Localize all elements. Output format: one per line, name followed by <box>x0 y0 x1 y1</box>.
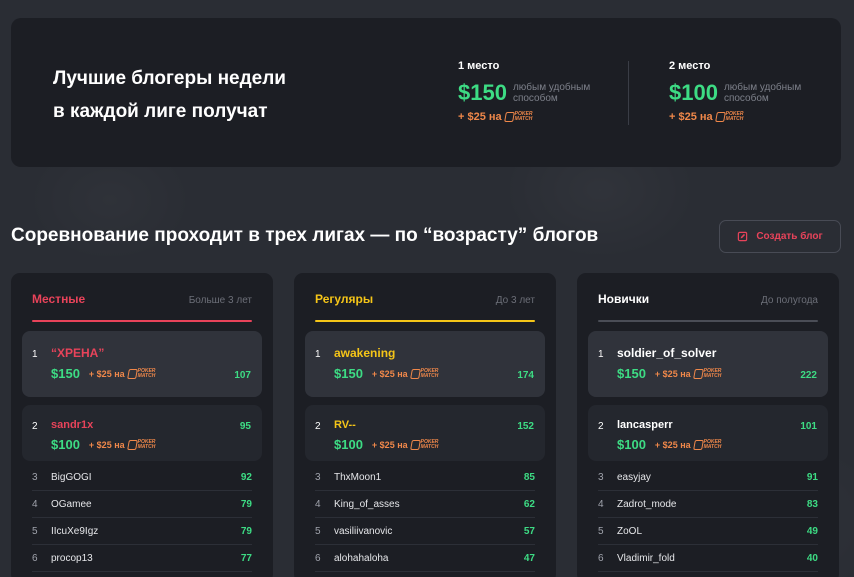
league-age: До полугода <box>761 295 818 306</box>
prize-description: любым удобным способом <box>512 82 591 104</box>
edit-icon <box>738 231 748 242</box>
prize-amount: $100 <box>51 437 80 452</box>
leader-card-first[interactable]: 1 soldier_of_solver $150 + $25 на POKER M… <box>588 331 828 397</box>
league-accent-line <box>315 320 535 322</box>
league-accent-line <box>598 320 818 322</box>
rank: 2 <box>32 421 38 432</box>
leader-card-first[interactable]: 1 “ХРЕНА” $150 + $25 на POKER MATCH 107 <box>22 331 262 397</box>
rank: 1 <box>32 349 38 360</box>
list-item[interactable]: 3 BigGOGI 92 <box>32 464 252 491</box>
prize-first-place: 1 место $150 любым удобным способом + $2… <box>458 60 593 123</box>
prize-bonus: + $25 на POKER MATCH <box>654 367 722 379</box>
league-card-newcomers: Новички До полугода 1 soldier_of_solver … <box>577 273 839 577</box>
leader-card-second[interactable]: 2 lancasperr $100 + $25 на POKER MATCH 10… <box>588 405 828 461</box>
list-item[interactable]: 5 IIcuXe9Igz 79 <box>32 518 252 545</box>
prize-amount: $150 <box>617 366 646 381</box>
leader-card-second[interactable]: 2 sandr1x $100 + $25 на POKER MATCH 95 <box>22 405 262 461</box>
score: 152 <box>517 421 534 432</box>
league-name: Регуляры <box>315 292 374 306</box>
list-item[interactable]: 4 King_of_asses 62 <box>315 491 535 518</box>
prize-bonus: + $25 на POKER MATCH <box>458 111 533 123</box>
list-item[interactable]: 5 vasiliivanovic 57 <box>315 518 535 545</box>
pokermatch-logo-icon: POKER MATCH <box>126 439 155 450</box>
list-item[interactable]: 4 OGamee 79 <box>32 491 252 518</box>
list-item[interactable]: 6 procop13 77 <box>32 545 252 572</box>
blogger-name[interactable]: RV-- <box>334 419 356 431</box>
list-item[interactable]: 3 easyjay 91 <box>598 464 818 491</box>
league-age: Больше 3 лет <box>188 295 252 306</box>
prize-place-label: 1 место <box>458 60 500 72</box>
score: 101 <box>800 421 817 432</box>
league-name: Новички <box>598 292 650 306</box>
pokermatch-logo-icon: POKER MATCH <box>714 112 743 122</box>
blogger-name[interactable]: soldier_of_solver <box>617 346 716 360</box>
section-title: Соревнование проходит в трех лигах — по … <box>11 225 599 246</box>
prize-amount: $100 <box>669 80 718 105</box>
blogger-name[interactable]: “ХРЕНА” <box>51 346 104 360</box>
pokermatch-logo-icon: POKER MATCH <box>126 368 155 379</box>
league-name: Местные <box>32 292 86 306</box>
prize-bonus: + $25 на POKER MATCH <box>669 111 744 123</box>
rank: 1 <box>598 349 604 360</box>
prize-amount: $100 <box>617 437 646 452</box>
prize-banner: Лучшие блогеры недели в каждой лиге полу… <box>11 18 841 167</box>
list-item[interactable]: 5 ZoOL 49 <box>598 518 818 545</box>
leader-card-first[interactable]: 1 awakening $150 + $25 на POKER MATCH 174 <box>305 331 545 397</box>
pokermatch-logo-icon: POKER MATCH <box>692 368 721 379</box>
rank: 1 <box>315 349 321 360</box>
score: 95 <box>239 421 251 432</box>
prize-amount: $150 <box>458 80 507 105</box>
prize-description: любым удобным способом <box>723 82 802 104</box>
blogger-name[interactable]: awakening <box>334 346 395 360</box>
list-item[interactable]: 3 ThxMoon1 85 <box>315 464 535 491</box>
pokermatch-logo-icon: POKER MATCH <box>503 112 532 122</box>
prize-bonus: + $25 на POKER MATCH <box>88 438 156 450</box>
prize-amount: $150 <box>51 366 80 381</box>
prize-amount: $150 <box>334 366 363 381</box>
league-age: До 3 лет <box>495 295 535 306</box>
ranking-list: 3 easyjay 91 4 Zadrot_mode 83 5 ZoOL 49 6 Vladi… <box>598 464 818 572</box>
rank: 2 <box>598 421 604 432</box>
ranking-list: 3 BigGOGI 92 4 OGamee 79 5 IIcuXe9Igz 79 6 proc… <box>32 464 252 572</box>
score: 107 <box>234 370 251 381</box>
blogger-name[interactable]: lancasperr <box>617 419 673 431</box>
prize-amount: $100 <box>334 437 363 452</box>
list-item[interactable]: 6 alohahaloha 47 <box>315 545 535 572</box>
prize-divider <box>628 61 629 125</box>
score: 222 <box>800 370 817 381</box>
league-card-regulars: Регуляры До 3 лет 1 awakening $150 + $25… <box>294 273 556 577</box>
ranking-list: 3 ThxMoon1 85 4 King_of_asses 62 5 vasiliivan… <box>315 464 535 572</box>
pokermatch-logo-icon: POKER MATCH <box>692 439 721 450</box>
league-card-local: Местные Больше 3 лет 1 “ХРЕНА” $150 + $2… <box>11 273 273 577</box>
prize-bonus: + $25 на POKER MATCH <box>371 438 439 450</box>
score: 174 <box>517 370 534 381</box>
prize-bonus: + $25 на POKER MATCH <box>654 438 722 450</box>
league-accent-line <box>32 320 252 322</box>
list-item[interactable]: 6 Vladimir_fold 40 <box>598 545 818 572</box>
create-blog-button[interactable]: Создать блог <box>719 220 841 253</box>
prize-second-place: 2 место $100 любым удобным способом + $2… <box>669 60 804 123</box>
blogger-name[interactable]: sandr1x <box>51 419 93 431</box>
prize-place-label: 2 место <box>669 60 711 72</box>
list-item[interactable]: 4 Zadrot_mode 83 <box>598 491 818 518</box>
prize-bonus: + $25 на POKER MATCH <box>371 367 439 379</box>
pokermatch-logo-icon: POKER MATCH <box>409 439 438 450</box>
rank: 2 <box>315 421 321 432</box>
prize-bonus: + $25 на POKER MATCH <box>88 367 156 379</box>
leader-card-second[interactable]: 2 RV-- $100 + $25 на POKER MATCH 152 <box>305 405 545 461</box>
pokermatch-logo-icon: POKER MATCH <box>409 368 438 379</box>
banner-title: Лучшие блогеры недели в каждой лиге полу… <box>53 68 286 122</box>
